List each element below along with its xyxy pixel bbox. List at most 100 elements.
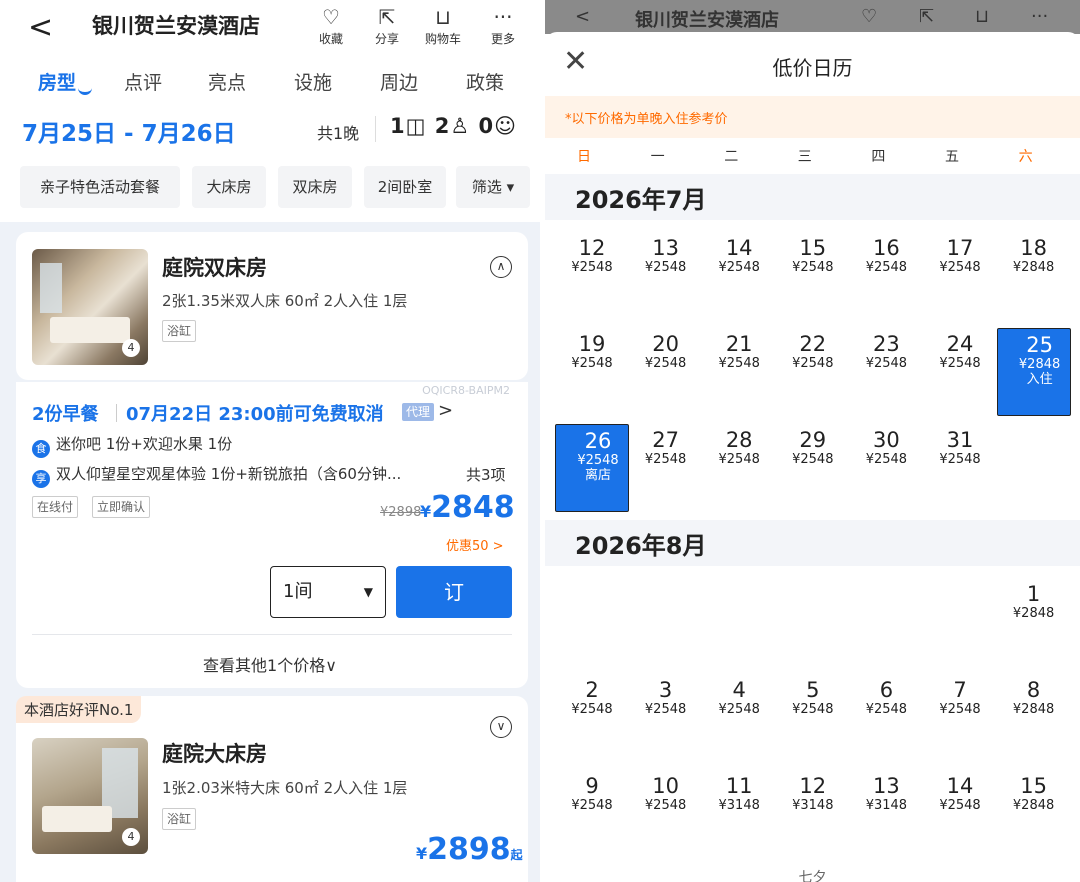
month-header: 2026年8月 (545, 520, 1080, 566)
day-price: ¥3148 (865, 798, 908, 813)
day-number: 15 (799, 236, 827, 260)
calendar-day[interactable]: 24 ¥2548 (923, 328, 997, 416)
chip-family-package[interactable]: 亲子特色活动套餐 (20, 166, 180, 208)
book-button[interactable]: 订 (396, 566, 512, 618)
calendar-day[interactable]: 16 ¥2548 (849, 232, 923, 320)
calendar-day[interactable]: 3 ¥2548 (629, 674, 703, 762)
calendar-sheet: ✕ 低价日历 *以下价格为单晚入住参考价 日一二三四五六 2026年7月 12 ¥2… (545, 32, 1080, 882)
calendar-day[interactable]: 22 ¥2548 (776, 328, 850, 416)
bathtub-tag: 浴缸 (162, 320, 197, 342)
chip-twin-bed[interactable]: 双床房 (278, 166, 352, 208)
calendar-day[interactable]: 6 ¥2548 (849, 674, 923, 762)
calendar-day[interactable]: 23 ¥2548 (849, 328, 923, 416)
calendar-day[interactable]: 9 ¥2548 (555, 770, 629, 858)
day-number: 28 (725, 428, 753, 452)
tab-reviews[interactable]: 点评 (124, 68, 162, 95)
calendar-day[interactable]: 21 ¥2548 (702, 328, 776, 416)
cart-icon: ⊔ (975, 6, 990, 27)
chevron-right-icon[interactable]: > (438, 400, 453, 421)
calendar-day-selected[interactable]: 25 ¥2848 入住 (996, 328, 1071, 416)
room-photo[interactable]: 4 (32, 738, 148, 854)
calendar-day[interactable]: 28 ¥2548 (702, 424, 776, 512)
room-photo[interactable]: 4 (32, 249, 148, 365)
day-number: 26 (584, 429, 612, 453)
calendar-day[interactable]: 1 ¥2848 (997, 578, 1071, 666)
calendar-day[interactable]: 20 ¥2548 (629, 328, 703, 416)
day-price: ¥2548 (571, 702, 613, 717)
online-pay-tag: 在线付 (32, 496, 79, 518)
room-count: 1 (390, 114, 406, 138)
day-price: ¥2548 (577, 453, 619, 468)
calendar-day[interactable]: 30 ¥2548 (849, 424, 923, 512)
calendar-day[interactable]: 14 ¥2548 (923, 770, 997, 858)
calendar-day[interactable]: 4 ¥2548 (702, 674, 776, 762)
perk-text: 迷你吧 1份+欢迎水果 1份 (56, 435, 233, 453)
day-number: 19 (578, 332, 606, 356)
weekday-label: 五 (945, 149, 959, 165)
enjoy-icon: 享 (32, 470, 50, 488)
filter-button[interactable]: 筛选 ▾ (456, 166, 530, 208)
tab-facilities[interactable]: 设施 (294, 68, 332, 95)
room-card[interactable]: 4 庭院双床房 2张1.35米双人床 60㎡ 2人入住 1层 浴缸 ∧ (16, 232, 528, 380)
room-qty-select[interactable]: 1间 ▼ (270, 566, 386, 618)
expand-icon[interactable]: ∨ (490, 716, 512, 738)
guest-selector[interactable]: 1◫ 2♙ 0☺ (390, 114, 517, 138)
calendar-day[interactable]: 15 ¥2548 (776, 232, 850, 320)
share-icon: ⇱ (378, 5, 396, 29)
day-price: ¥2548 (865, 260, 908, 275)
calendar-day[interactable]: 10 ¥2548 (629, 770, 703, 858)
calendar-day[interactable]: 12 ¥3148 (776, 770, 850, 858)
chip-king-bed[interactable]: 大床房 (192, 166, 266, 208)
tab-nearby[interactable]: 周边 (380, 68, 418, 95)
cart-button[interactable]: ⊔ 购物车 (418, 4, 468, 47)
calendar-day[interactable]: 2 ¥2548 (555, 674, 629, 762)
current-price: ¥2848 (420, 490, 515, 525)
more-prices-link[interactable]: 查看其他1个价格∨ (0, 652, 540, 676)
calendar-day[interactable]: 7 ¥2548 (923, 674, 997, 762)
collapse-icon[interactable]: ∧ (490, 256, 512, 278)
dimmed-header: < 银川贺兰安漠酒店 ♡ ⇱ ⊔ ··· (545, 0, 1080, 34)
calendar-day[interactable]: 29 ¥2548 (776, 424, 850, 512)
tab-highlights[interactable]: 亮点 (208, 68, 246, 95)
calendar-day[interactable]: 18 ¥2848 (997, 232, 1071, 320)
calendar-day-selected[interactable]: 26 ¥2548 离店 (555, 424, 629, 512)
day-price: ¥2848 (1012, 798, 1055, 813)
calendar-day[interactable]: 31 ¥2548 (923, 424, 997, 512)
day-number: 12 (799, 774, 827, 798)
perk-text: 双人仰望星空观星体验 1份+新锐旅拍（含60分钟... (56, 465, 402, 483)
calendar-day[interactable]: 27 ¥2548 (629, 424, 703, 512)
agent-badge[interactable]: 代理 (402, 403, 435, 421)
back-button[interactable]: < (28, 10, 53, 45)
heart-icon: ♡ (861, 6, 878, 27)
discount-link[interactable]: 优惠50 > (446, 535, 504, 554)
divider (32, 634, 512, 635)
calendar-day[interactable]: 14 ¥2548 (702, 232, 776, 320)
calendar-day[interactable]: 11 ¥3148 (702, 770, 776, 858)
day-price: ¥2848 (1012, 606, 1055, 621)
more-button[interactable]: ··· 更多 (478, 4, 528, 47)
calendar-day[interactable]: 15 ¥2848 (997, 770, 1071, 858)
calendar-day[interactable]: 17 ¥2548 (923, 232, 997, 320)
day-price: ¥2548 (571, 798, 613, 813)
chip-two-bedroom[interactable]: 2间卧室 (364, 166, 446, 208)
calendar-day[interactable]: 13 ¥2548 (629, 232, 703, 320)
currency: ¥ (416, 844, 428, 863)
day-price: ¥2548 (792, 356, 834, 371)
day-price: ¥2548 (939, 356, 981, 371)
calendar-day[interactable]: 5 ¥2548 (776, 674, 850, 762)
calendar-day[interactable]: 8 ¥2848 (997, 674, 1071, 762)
day-price: ¥2548 (792, 452, 834, 467)
share-button[interactable]: ⇱ 分享 (362, 4, 412, 47)
room-name: 庭院双床房 (162, 256, 267, 280)
day-price: ¥2548 (718, 260, 760, 275)
favorite-button[interactable]: ♡ 收藏 (306, 4, 356, 47)
tab-rooms[interactable]: 房型 (38, 68, 76, 95)
food-icon: 食 (32, 440, 50, 458)
calendar-day[interactable]: 19 ¥2548 (555, 328, 629, 416)
more-icon: ··· (1031, 6, 1049, 27)
tab-policy[interactable]: 政策 (466, 68, 504, 95)
perk-total[interactable]: 共3项 (466, 464, 506, 485)
date-range[interactable]: 7月25日 - 7月26日 (22, 114, 236, 148)
calendar-day[interactable]: 12 ¥2548 (555, 232, 629, 320)
calendar-day[interactable]: 13 ¥3148 (849, 770, 923, 858)
